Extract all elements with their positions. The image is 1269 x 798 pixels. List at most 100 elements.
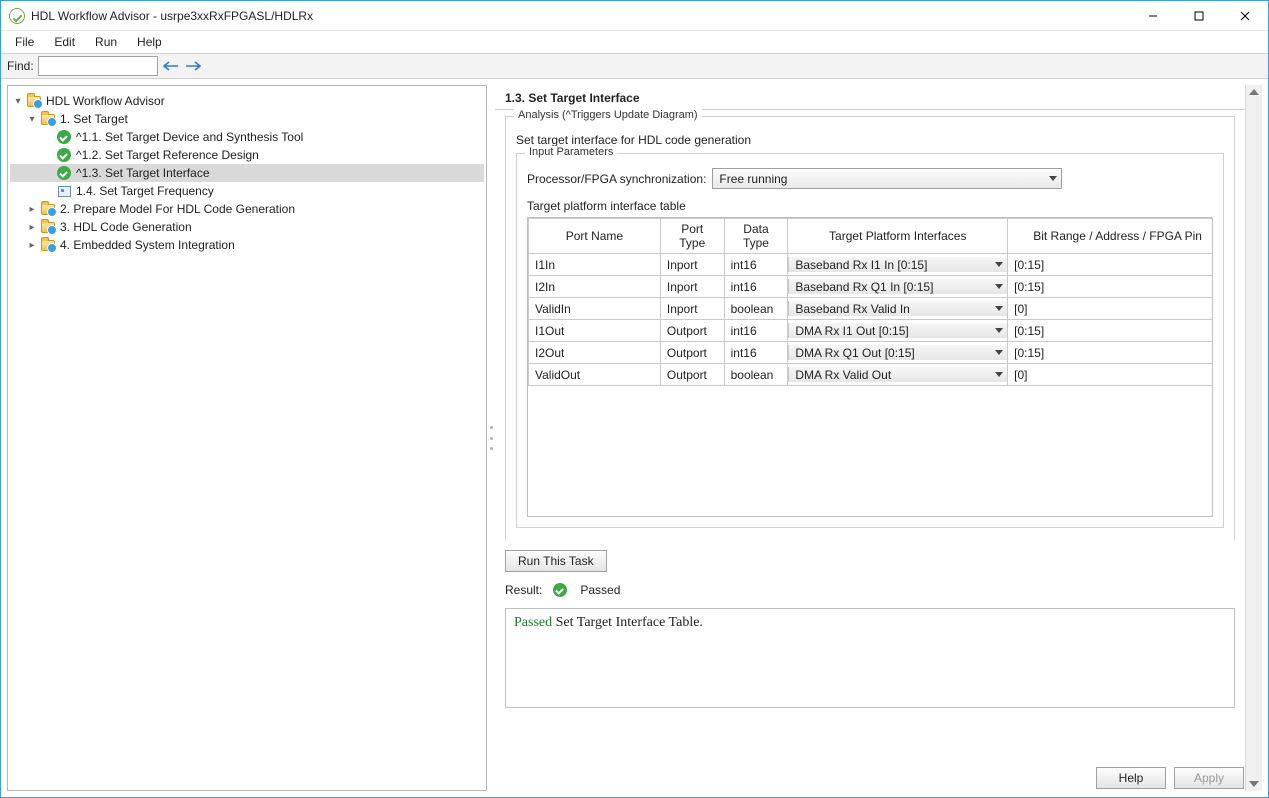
find-next-icon[interactable]	[184, 57, 202, 75]
status-pass-icon	[56, 147, 72, 163]
cell-port-name: ValidOut	[529, 364, 661, 386]
th-port-name[interactable]: Port Name	[529, 219, 661, 254]
cell-bitrange: [0:15]	[1008, 320, 1213, 342]
find-prev-icon[interactable]	[162, 57, 180, 75]
table-row[interactable]: ValidOutOutportbooleanDMA Rx Valid Out[0…	[529, 364, 1214, 386]
tree-panel[interactable]: ▾ HDL Workflow Advisor ▾ 1. Set Target ^…	[7, 85, 487, 791]
tree-node-1-3[interactable]: ^1.3. Set Target Interface	[10, 164, 484, 182]
cell-tpi[interactable]: Baseband Rx Q1 In [0:15]	[788, 276, 1008, 298]
interface-table: Port Name Port Type Data Type Target Pla…	[528, 218, 1213, 386]
chevron-down-icon	[995, 328, 1003, 333]
table-row[interactable]: I1InInportint16Baseband Rx I1 In [0:15][…	[529, 254, 1214, 276]
twisty-icon[interactable]: ▾	[26, 114, 38, 125]
analysis-group: Analysis (^Triggers Update Diagram) Set …	[505, 116, 1235, 540]
tree-node-4[interactable]: ▸ 4. Embedded System Integration	[10, 236, 484, 254]
cell-data-type: int16	[724, 320, 788, 342]
cell-tpi[interactable]: Baseband Rx Valid In	[788, 298, 1008, 320]
chevron-down-icon	[995, 372, 1003, 377]
cell-data-type: int16	[724, 254, 788, 276]
tree-label: 2. Prepare Model For HDL Code Generation	[60, 202, 295, 216]
twisty-icon[interactable]: ▸	[26, 204, 38, 215]
folder-icon	[26, 93, 42, 109]
analysis-group-title: Analysis (^Triggers Update Diagram)	[514, 109, 702, 121]
cell-tpi[interactable]: DMA Rx Q1 Out [0:15]	[788, 342, 1008, 364]
run-this-task-button[interactable]: Run This Task	[505, 550, 607, 572]
tree-node-2[interactable]: ▸ 2. Prepare Model For HDL Code Generati…	[10, 200, 484, 218]
help-button[interactable]: Help	[1096, 767, 1166, 789]
tree-node-3[interactable]: ▸ 3. HDL Code Generation	[10, 218, 484, 236]
input-params-group: Input Parameters Processor/FPGA synchron…	[516, 153, 1224, 528]
tree-node-1-4[interactable]: 1.4. Set Target Frequency	[10, 182, 484, 200]
table-row[interactable]: I1OutOutportint16DMA Rx I1 Out [0:15][0:…	[529, 320, 1214, 342]
menubar: File Edit Run Help	[1, 31, 1268, 53]
content-area: 1.3. Set Target Interface Analysis (^Tri…	[495, 85, 1245, 791]
splitter[interactable]	[487, 79, 495, 797]
minimize-button[interactable]	[1130, 1, 1176, 30]
sync-select[interactable]: Free running	[712, 168, 1062, 189]
cell-bitrange: [0:15]	[1008, 342, 1213, 364]
chevron-down-icon	[995, 262, 1003, 267]
th-port-type[interactable]: Port Type	[660, 219, 724, 254]
folder-icon	[40, 237, 56, 253]
task-icon	[56, 183, 72, 199]
status-pass-icon	[56, 165, 72, 181]
cell-tpi[interactable]: Baseband Rx I1 In [0:15]	[788, 254, 1008, 276]
chevron-down-icon	[995, 350, 1003, 355]
table-row[interactable]: ValidInInportbooleanBaseband Rx Valid In…	[529, 298, 1214, 320]
cell-tpi[interactable]: DMA Rx Valid Out	[788, 364, 1008, 386]
cell-port-name: I2In	[529, 276, 661, 298]
cell-port-name: I1Out	[529, 320, 661, 342]
twisty-icon[interactable]: ▸	[26, 240, 38, 251]
cell-port-type: Outport	[660, 342, 724, 364]
twisty-icon[interactable]: ▾	[12, 96, 24, 107]
th-data-type[interactable]: Data Type	[724, 219, 788, 254]
chevron-down-icon	[995, 284, 1003, 289]
table-row[interactable]: I2InInportint16Baseband Rx Q1 In [0:15][…	[529, 276, 1214, 298]
cell-data-type: int16	[724, 342, 788, 364]
th-bitrange[interactable]: Bit Range / Address / FPGA Pin	[1008, 219, 1213, 254]
vertical-scrollbar[interactable]	[1245, 85, 1262, 791]
description-text: Set target interface for HDL code genera…	[516, 133, 1224, 147]
cell-data-type: boolean	[724, 364, 788, 386]
tree-label: 3. HDL Code Generation	[60, 220, 192, 234]
close-button[interactable]	[1222, 1, 1268, 30]
th-tpi[interactable]: Target Platform Interfaces	[788, 219, 1008, 254]
apply-button[interactable]: Apply	[1174, 767, 1244, 789]
cell-port-name: I2Out	[529, 342, 661, 364]
twisty-icon[interactable]: ▸	[26, 222, 38, 233]
status-pass-icon	[552, 582, 568, 598]
section-title: 1.3. Set Target Interface	[495, 85, 1245, 110]
table-row[interactable]: I2OutOutportint16DMA Rx Q1 Out [0:15][0:…	[529, 342, 1214, 364]
tree-node-root[interactable]: ▾ HDL Workflow Advisor	[10, 92, 484, 110]
right-panel: 1.3. Set Target Interface Analysis (^Tri…	[495, 85, 1262, 791]
maximize-button[interactable]	[1176, 1, 1222, 30]
tree-node-1-1[interactable]: ^1.1. Set Target Device and Synthesis To…	[10, 128, 484, 146]
result-row: Result: Passed	[505, 582, 1235, 598]
find-label: Find:	[7, 59, 34, 73]
menu-file[interactable]: File	[5, 33, 44, 51]
footer-buttons: Help Apply	[1096, 767, 1244, 789]
find-input[interactable]	[38, 56, 158, 76]
tree-node-1-2[interactable]: ^1.2. Set Target Reference Design	[10, 146, 484, 164]
menu-run[interactable]: Run	[85, 33, 127, 51]
window-controls	[1130, 1, 1268, 30]
menu-help[interactable]: Help	[127, 33, 172, 51]
cell-port-type: Inport	[660, 254, 724, 276]
cell-port-type: Outport	[660, 364, 724, 386]
tree-label: 4. Embedded System Integration	[60, 238, 235, 252]
cell-tpi[interactable]: DMA Rx I1 Out [0:15]	[788, 320, 1008, 342]
right-panel-wrap: 1.3. Set Target Interface Analysis (^Tri…	[495, 79, 1268, 797]
titlebar: HDL Workflow Advisor - usrpe3xxRxFPGASL/…	[1, 1, 1268, 31]
interface-table-wrap: Port Name Port Type Data Type Target Pla…	[527, 217, 1213, 517]
result-label: Result:	[505, 583, 542, 597]
cell-port-type: Outport	[660, 320, 724, 342]
window-title: HDL Workflow Advisor - usrpe3xxRxFPGASL/…	[31, 9, 1130, 23]
findbar: Find:	[1, 53, 1268, 79]
cell-data-type: boolean	[724, 298, 788, 320]
grip-icon	[490, 426, 493, 450]
folder-icon	[40, 201, 56, 217]
tree-node-set-target[interactable]: ▾ 1. Set Target	[10, 110, 484, 128]
menu-edit[interactable]: Edit	[44, 33, 85, 51]
tree-label: ^1.1. Set Target Device and Synthesis To…	[76, 130, 303, 144]
folder-icon	[40, 219, 56, 235]
